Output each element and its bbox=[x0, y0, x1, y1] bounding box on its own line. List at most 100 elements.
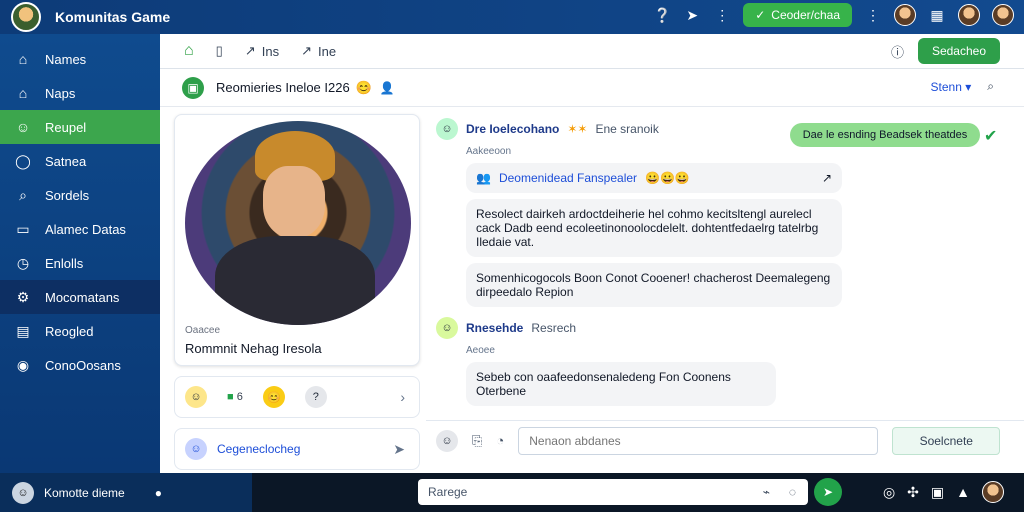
app-title: Komunitas Game bbox=[55, 9, 171, 25]
toolbar-book-button[interactable]: ▯ bbox=[216, 43, 223, 59]
info-icon[interactable]: ⓘ bbox=[891, 42, 904, 61]
message-input[interactable] bbox=[518, 426, 879, 455]
sidebar-item-label: ConoOosans bbox=[45, 357, 121, 373]
circle-icon[interactable]: ◌ bbox=[789, 485, 796, 499]
sidebar: ⌂ Names ⌂ Naps ☺ Reupel ◯ Satnea ⌕ Sordels ▭ A… bbox=[0, 34, 160, 473]
avatar[interactable]: ☺ bbox=[436, 429, 458, 452]
status-bar: ☺ Komotte dieme ● Rarege ⌁ ◌ ➤ ◎ ✣ ▣ ▲ bbox=[0, 473, 1024, 512]
coat-shape bbox=[215, 236, 375, 325]
user-icon: 👤 bbox=[379, 80, 395, 95]
sidebar-item-enlolls[interactable]: ◷ Enlolls bbox=[0, 246, 160, 280]
home-icon[interactable]: ⌂ bbox=[184, 42, 194, 60]
share-icon: ↗ bbox=[244, 43, 256, 58]
subbar-right: Stenn ▾ ⌕ bbox=[931, 79, 994, 94]
app-avatar[interactable] bbox=[11, 2, 41, 32]
more-vertical-icon[interactable]: ⋮ bbox=[713, 7, 731, 24]
toolbar-right: ⓘ Sedacheo bbox=[891, 38, 1000, 64]
message-author: Dre Ioelecohano bbox=[466, 122, 560, 136]
profile-small-text: Oaacee bbox=[185, 325, 221, 336]
sidebar-item-label: Alamec Datas bbox=[45, 221, 126, 237]
avatar[interactable]: ☺ bbox=[436, 317, 458, 339]
sidebar-item-alamec-datas[interactable]: ▭ Alamec Datas bbox=[0, 212, 160, 246]
search-icon[interactable]: ⌕ bbox=[987, 79, 994, 94]
toolbar-button-label: Ine bbox=[317, 43, 337, 59]
message-bubble-1: Resolect dairkeh ardoctdeiherie hel cohm… bbox=[466, 199, 842, 257]
shield-icon[interactable]: ▲ bbox=[956, 484, 970, 500]
mic-icon[interactable]: ⌁ bbox=[763, 485, 770, 499]
settings-icon[interactable]: ◎ bbox=[883, 484, 895, 501]
sidebar-item-label: Satnea bbox=[45, 153, 87, 169]
controller-icon: ◉ bbox=[16, 356, 30, 373]
message-author: Rnesehde bbox=[466, 321, 524, 335]
status-left: ☺ Komotte dieme ● bbox=[0, 473, 252, 512]
message-meta: Ene sranoik bbox=[595, 122, 659, 136]
message-sub: Aeoee bbox=[466, 345, 495, 356]
profile-image bbox=[185, 121, 411, 325]
sidebar-item-naps[interactable]: ⌂ Naps bbox=[0, 76, 160, 110]
toolbar-button-3[interactable]: ↗ Ine bbox=[301, 43, 336, 59]
profile-title: Rommnit Nehag Iresola bbox=[185, 341, 322, 356]
composer: ☺ ⎘ ◔ Soelcnete bbox=[426, 420, 1024, 460]
star-icon: ✶✶ bbox=[567, 122, 588, 136]
share-icon[interactable]: ↗ bbox=[822, 171, 832, 185]
profile-card: Oaacee Rommnit Nehag Iresola bbox=[174, 114, 420, 366]
sidebar-item-reogled[interactable]: ▤ Reogled bbox=[0, 314, 160, 348]
bottom-search[interactable]: Rarege ⌁ ◌ bbox=[418, 479, 808, 505]
avatar[interactable]: ☺ bbox=[12, 481, 34, 504]
grid-icon[interactable]: ▦ bbox=[928, 7, 946, 24]
sidebar-item-satnea[interactable]: ◯ Satnea bbox=[0, 144, 160, 178]
sidebar-item-names[interactable]: ⌂ Names bbox=[0, 42, 160, 76]
avatar[interactable]: ☺ bbox=[185, 386, 207, 408]
filter-dropdown[interactable]: Stenn ▾ bbox=[931, 80, 972, 94]
help-icon[interactable]: ? bbox=[304, 386, 327, 408]
primary-action-button[interactable]: ✓ Ceoder/chaa bbox=[743, 3, 852, 27]
send-icon[interactable]: ➤ bbox=[393, 441, 405, 458]
sidebar-item-mocomatans[interactable]: ⚙ Mocomatans bbox=[0, 280, 160, 314]
help-icon[interactable]: ❔ bbox=[653, 7, 671, 24]
top-right-actions: ❔ ➤ ⋮ ✓ Ceoder/chaa ⋮ ▦ bbox=[653, 3, 1014, 27]
arrow-right-icon[interactable]: › bbox=[400, 389, 405, 405]
sidebar-item-sordels[interactable]: ⌕ Sordels bbox=[0, 178, 160, 212]
badge-text: Deomenidead Fanspealer bbox=[498, 171, 638, 185]
puzzle-icon[interactable]: ✣ bbox=[907, 484, 919, 501]
sidebar-item-label: Naps bbox=[45, 85, 76, 101]
count-label: 6 bbox=[236, 391, 243, 403]
share-icon[interactable]: ➤ bbox=[683, 7, 701, 24]
home-icon-2: ⌂ bbox=[18, 85, 28, 101]
bottom-card-label: Cegeneclocheg bbox=[217, 442, 301, 456]
status-left-label: Komotte dieme bbox=[44, 485, 125, 500]
chat-area: ☺ Dre Ioelecohano ✶✶ Ene sranoik Aakeeoo… bbox=[436, 118, 1024, 406]
sidebar-item-label: Mocomatans bbox=[45, 289, 120, 305]
bottom-search-placeholder: Rarege bbox=[428, 485, 468, 499]
mic-icon[interactable]: ◔ bbox=[496, 433, 504, 448]
notification-icon[interactable]: ● bbox=[155, 486, 162, 500]
attach-icon[interactable]: ⎘ bbox=[472, 433, 482, 449]
toolbar-button-label: Ins bbox=[261, 43, 280, 59]
more-vertical-icon-2[interactable]: ⋮ bbox=[864, 7, 882, 24]
sidebar-item-reupel[interactable]: ☺ Reupel bbox=[0, 110, 160, 144]
send-button[interactable]: Soelcnete bbox=[892, 426, 1001, 455]
chat-icon: ◯ bbox=[15, 152, 31, 169]
avatar[interactable] bbox=[982, 481, 1004, 503]
avatar-3[interactable] bbox=[992, 4, 1014, 26]
message-meta: Resrech bbox=[531, 321, 577, 335]
sidebar-item-label: Sordels bbox=[45, 187, 90, 203]
avatar[interactable]: ☺ bbox=[185, 438, 207, 460]
emoji-icon[interactable]: 😊 bbox=[262, 386, 285, 408]
message-sub: Aakeeoon bbox=[466, 146, 512, 157]
status-right: ◎ ✣ ▣ ▲ bbox=[883, 481, 1004, 503]
message-badge-row: 👥 Deomenidead Fanspealer 😀😀😀 ↗ bbox=[466, 163, 842, 193]
toolbar-button-2[interactable]: ↗ Ins bbox=[245, 43, 279, 59]
send-round-button[interactable]: ➤ bbox=[814, 478, 842, 506]
face-shape bbox=[263, 166, 325, 238]
sidebar-item-conooosans[interactable]: ◉ ConoOosans bbox=[0, 348, 160, 382]
save-button[interactable]: Sedacheo bbox=[917, 38, 1000, 64]
avatar-2[interactable] bbox=[958, 4, 980, 26]
avatar[interactable]: ☺ bbox=[436, 118, 458, 140]
primary-action-label: Ceoder/chaa bbox=[771, 8, 840, 22]
action-card: ☺ ■ 6 😊 ? › bbox=[174, 376, 420, 418]
green-message-bubble: Dae le esnding Beadsek theatdes bbox=[790, 123, 980, 147]
avatar[interactable] bbox=[894, 4, 916, 26]
camera-icon[interactable]: ▣ bbox=[931, 484, 944, 501]
